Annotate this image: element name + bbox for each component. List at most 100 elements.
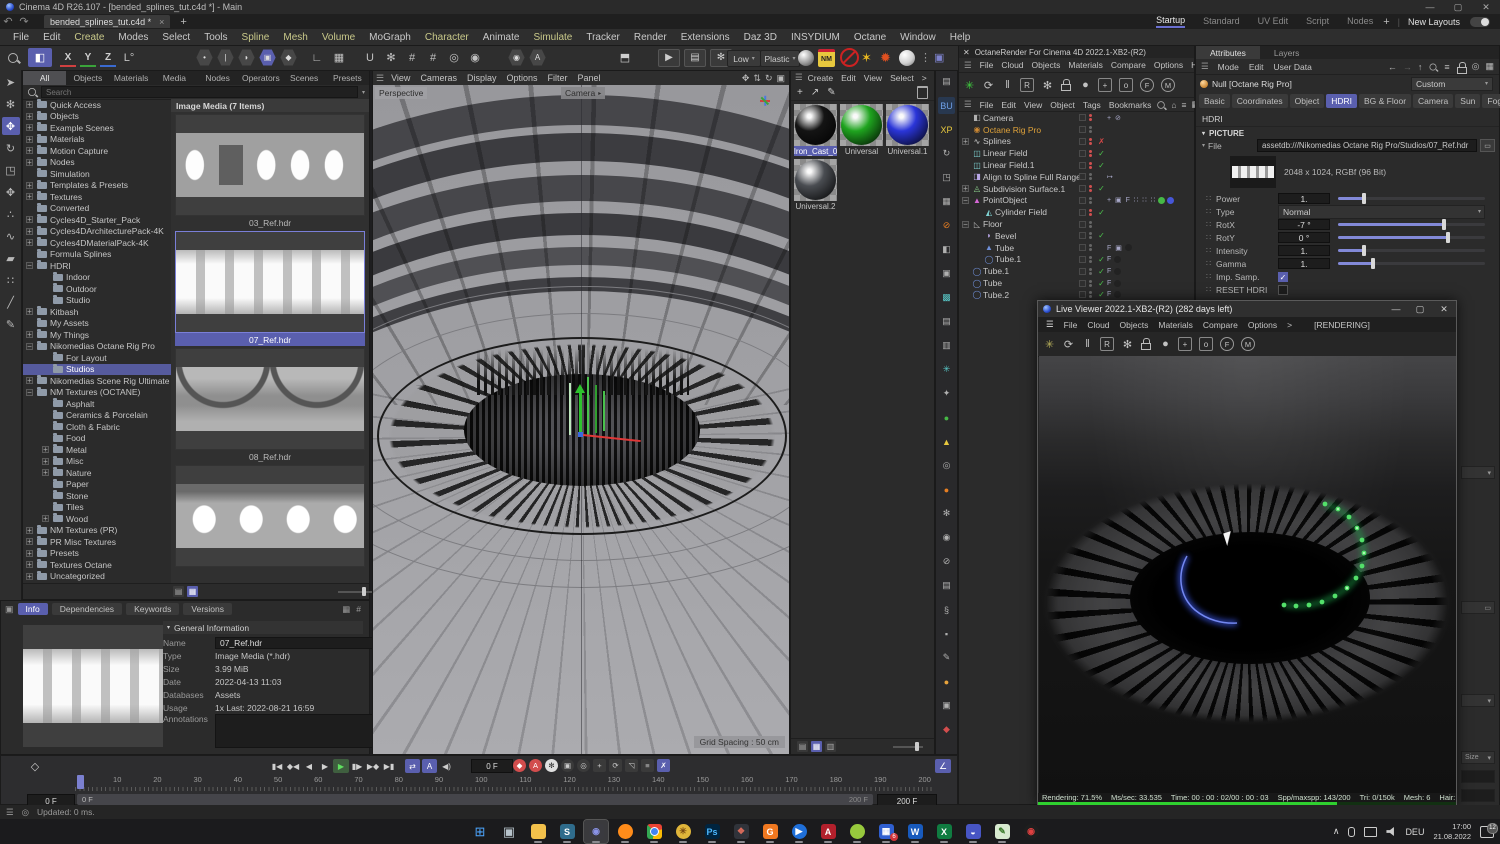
menubar-item[interactable]: Daz 3D	[737, 32, 784, 43]
layer-box[interactable]	[1079, 208, 1086, 216]
expand-icon[interactable]: −	[26, 388, 33, 396]
hidden-panel-dropdown[interactable]: ▾	[1461, 694, 1495, 713]
sound-icon[interactable]: ◀)	[439, 759, 454, 773]
pause-render-icon[interactable]: ‖	[1079, 336, 1096, 353]
import-material-button[interactable]: ↗	[811, 87, 819, 98]
tree-folder-row[interactable]: + Uncategorized	[23, 570, 171, 583]
disable-plugin-icon[interactable]	[840, 48, 859, 67]
expand-icon[interactable]: +	[962, 185, 969, 193]
playhead[interactable]	[77, 775, 84, 789]
tree-folder-row[interactable]: + Nikomedias Scene Rig Ultimate	[23, 375, 171, 387]
enable-state-icon[interactable]: ✓	[1096, 149, 1107, 158]
tree-folder-row[interactable]: + Kitbash	[23, 306, 171, 318]
asset-browser-tab[interactable]: Presets	[326, 71, 369, 85]
tree-folder-row[interactable]: + Wood	[23, 513, 171, 525]
viewport-menu-item[interactable]: Options	[501, 73, 542, 83]
live-viewer-menu-item[interactable]: Objects	[1115, 320, 1154, 330]
menubar-item[interactable]: Extensions	[674, 32, 737, 43]
info-panel-tab[interactable]: Dependencies	[51, 603, 123, 615]
attribute-category-tab[interactable]: BG & Floor	[1359, 94, 1412, 108]
loop-icon[interactable]: ⇄	[405, 759, 420, 773]
menubar-item[interactable]: Tracker	[579, 32, 627, 43]
object-tube1[interactable]: ◯ Tube.1 ✓ F	[959, 265, 1194, 277]
pick-material-button[interactable]: ✎	[827, 87, 835, 98]
y-axis-lock-button[interactable]: Y	[80, 50, 96, 67]
plugin-icon[interactable]: ↻	[938, 145, 955, 162]
plugin-icon[interactable]: BU	[938, 97, 955, 114]
viewport-menu-item[interactable]: Cameras	[415, 73, 462, 83]
speaker-icon[interactable]	[1386, 827, 1394, 836]
expand-icon[interactable]: +	[26, 193, 33, 201]
fire-plugin-icon[interactable]: ✹	[880, 48, 891, 67]
browse-folder-icon[interactable]: ▭	[1480, 139, 1495, 152]
tree-folder-row[interactable]: Simulation	[23, 168, 171, 180]
plugin-icon[interactable]: ▪	[938, 625, 955, 642]
object-tags[interactable]: F	[1107, 291, 1112, 298]
layout-tab[interactable]: Startup	[1156, 15, 1186, 28]
expand-icon[interactable]: +	[26, 377, 33, 385]
search-icon[interactable]	[1157, 100, 1166, 109]
tree-folder-row[interactable]: + Motion Capture	[23, 145, 171, 157]
maximize-button[interactable]: ▢	[1444, 2, 1472, 13]
cinema4d-app[interactable]: ◉	[583, 819, 609, 844]
materials-menu-item[interactable]: View	[860, 73, 886, 83]
filter-icon[interactable]: ≡	[1444, 62, 1449, 72]
expand-icon[interactable]: −	[26, 262, 33, 270]
tree-folder-row[interactable]: + Metal	[23, 444, 171, 456]
document-tab[interactable]: bended_splines_tut.c4d * ×	[44, 15, 171, 28]
tree-folder-row[interactable]: + Cycles4DMaterialPack-4K	[23, 237, 171, 249]
visibility-dots[interactable]	[1089, 279, 1092, 287]
maximize-view-icon[interactable]: ▣	[776, 73, 785, 84]
enable-state-icon[interactable]: ✓	[1096, 231, 1107, 240]
enable-state-icon[interactable]: ✓	[1096, 184, 1107, 193]
object-cylinder-field[interactable]: ◭ Cylinder Field ✓	[959, 206, 1194, 218]
tray-chevron-icon[interactable]: ∧	[1333, 826, 1340, 837]
menubar-item[interactable]: Select	[155, 32, 197, 43]
visibility-dots[interactable]	[1089, 196, 1092, 204]
attributes-menu-item[interactable]: Edit	[1244, 62, 1269, 72]
asset-browser-tab[interactable]: Scenes	[283, 71, 326, 85]
object-camera[interactable]: ◧ Camera + ⊘	[959, 112, 1194, 124]
layout-tab[interactable]: UV Edit	[1258, 16, 1289, 27]
object-floor[interactable]: − ◺ Floor	[959, 218, 1194, 230]
object-bevel[interactable]: ◗ Bevel ✓	[959, 230, 1194, 242]
grid-icon[interactable]: #	[404, 50, 420, 66]
points-mode-icon[interactable]: •	[196, 49, 213, 66]
info-panel-tab[interactable]: Info	[17, 603, 48, 615]
plugin-icon[interactable]: ▦	[938, 193, 955, 210]
layer-box[interactable]	[1079, 244, 1086, 252]
timeline-graph-icon[interactable]: ∠	[935, 759, 951, 773]
lime-app[interactable]	[845, 820, 869, 843]
object-tube2[interactable]: ◯ Tube.2 ✓ F	[959, 289, 1194, 301]
expand-icon[interactable]: +	[26, 549, 33, 557]
visibility-dots[interactable]	[1089, 161, 1092, 169]
play-reverse-icon[interactable]: ▶	[317, 759, 333, 773]
material-tag-icon[interactable]	[1114, 255, 1122, 263]
object-tags[interactable]: F	[1107, 268, 1112, 275]
visibility-dots[interactable]	[1089, 232, 1092, 240]
info-panel-tab[interactable]: Versions	[183, 603, 232, 615]
autokey-icon[interactable]: A	[529, 759, 542, 772]
object-subdivision-surface[interactable]: + ◬ Subdivision Surface.1 ✓	[959, 183, 1194, 195]
render-priority-icon[interactable]: ●	[1077, 77, 1094, 94]
more-icon[interactable]: ⋮	[920, 48, 931, 67]
tree-folder-row[interactable]: Formula Splines	[23, 248, 171, 261]
attributes-menu-item[interactable]: User Data	[1269, 62, 1317, 72]
object-tags[interactable]: + ⊘	[1107, 114, 1122, 122]
record-position-icon[interactable]: +	[593, 759, 606, 772]
layer-box[interactable]	[1079, 255, 1086, 263]
visibility-dots[interactable]	[1089, 267, 1092, 275]
timeline-range-bar[interactable]: 0 F 200 F	[77, 794, 873, 805]
attributes-menu-icon[interactable]: ☰	[1198, 61, 1212, 72]
small-window-icon[interactable]: o	[1199, 337, 1213, 351]
menubar-item[interactable]: Character	[418, 32, 476, 43]
attribute-category-tab[interactable]: Basic	[1199, 94, 1230, 108]
hidden-panel-dropdown[interactable]: ▾	[1461, 466, 1495, 485]
filter-icon[interactable]: ≡	[1181, 100, 1186, 110]
focus-picker-icon[interactable]: F	[1140, 78, 1154, 92]
tree-folder-row[interactable]: + Quick Access	[23, 99, 171, 111]
attribute-category-tab[interactable]: Fog	[1482, 94, 1500, 108]
poly-pen-icon[interactable]: ▰	[2, 249, 20, 267]
plugin-icon[interactable]: ▣	[938, 697, 955, 714]
asset-browser-tab[interactable]: Media	[153, 71, 196, 85]
